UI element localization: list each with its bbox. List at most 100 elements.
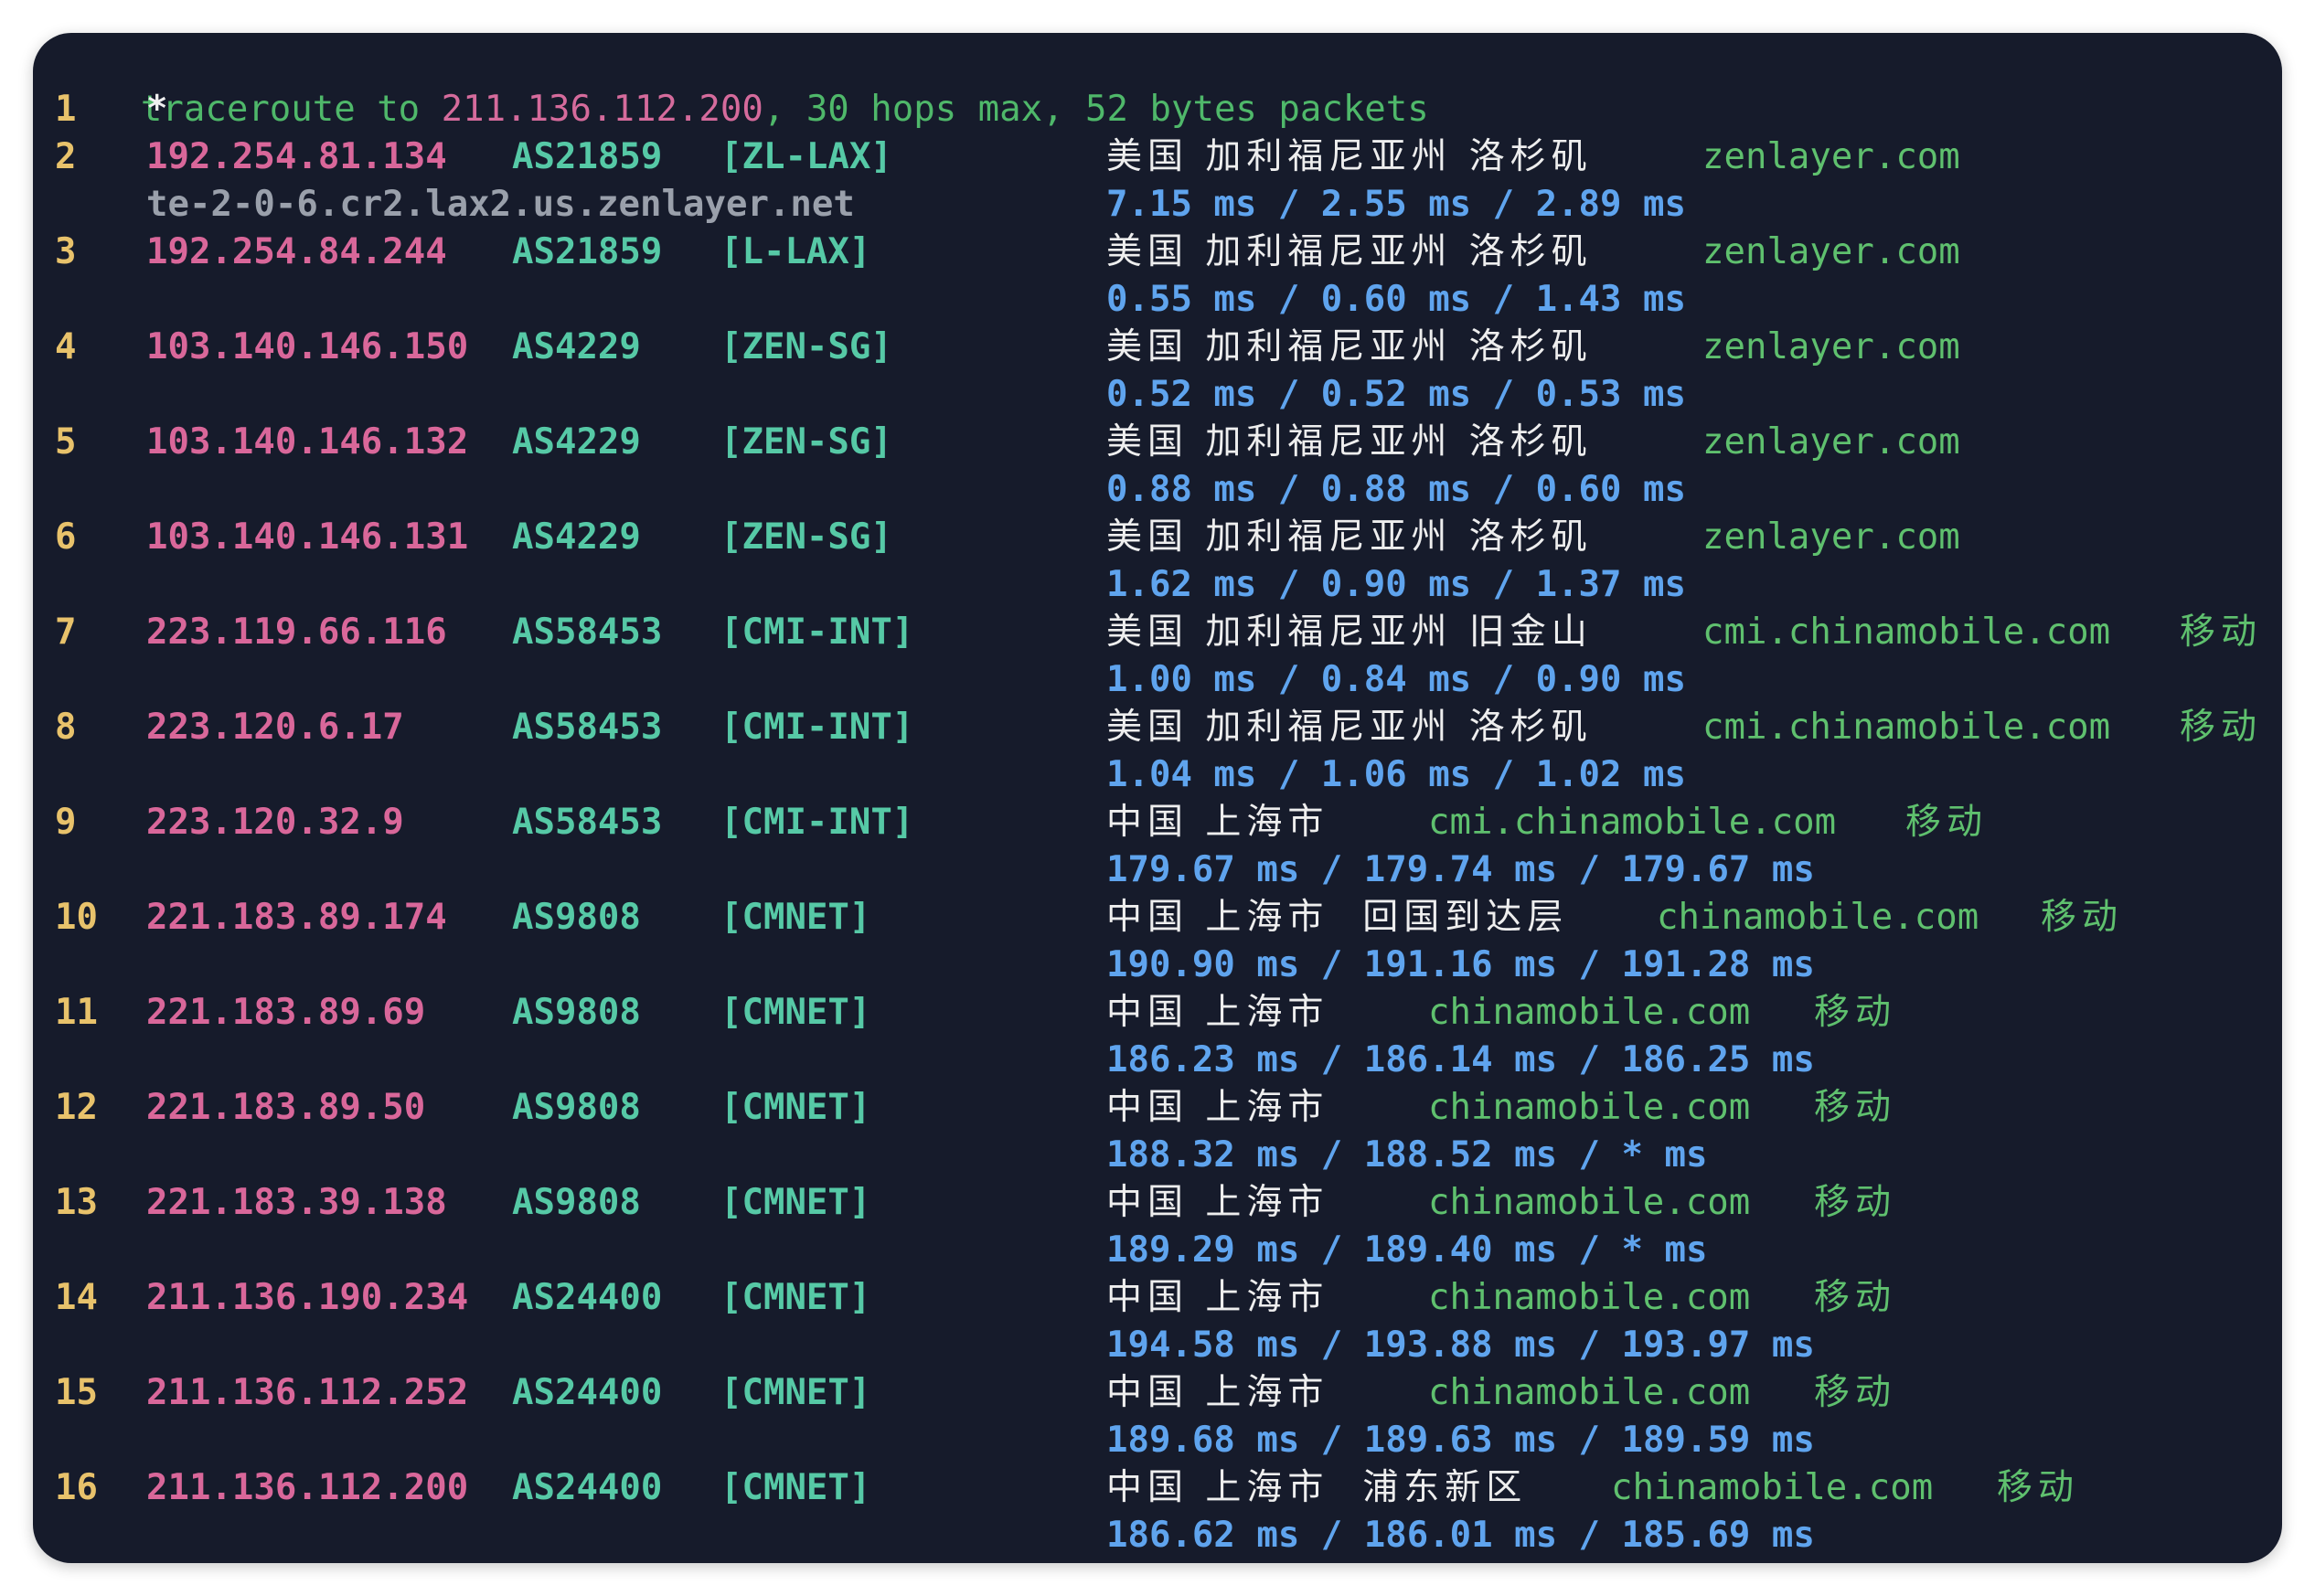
hop-domain: cmi.chinamobile.com (1428, 802, 1837, 843)
hop-location: 美国 加利福尼亚州 洛杉矶 (1106, 231, 1593, 272)
hop-location: 中国 上海市 回国到达层 (1106, 897, 1569, 938)
hop-number: 8 (55, 707, 77, 748)
hop-domain: zenlayer.com (1702, 136, 1960, 177)
hop-location: 美国 加利福尼亚州 洛杉矶 (1106, 707, 1593, 748)
traceroute-header: traceroute to 211.136.112.200, 30 hops m… (55, 38, 1429, 130)
hop-ip: 192.254.84.244 (146, 231, 447, 272)
hop-isp: 移动 (2180, 612, 2263, 653)
hop-latency: 7.15 ms / 2.55 ms / 2.89 ms (1106, 184, 1686, 225)
hop-domain: chinamobile.com (1428, 1372, 1751, 1413)
hop-asn: AS21859 (512, 231, 663, 272)
hop-isp: 移动 (1814, 1182, 1897, 1223)
hop-row: 14 211.136.190.234 AS24400 [CMNET] 中国 上海… (33, 1274, 2282, 1322)
hop-number: 1 (55, 89, 77, 130)
hop-asn: AS24400 (512, 1467, 663, 1508)
terminal-window[interactable]: traceroute to 211.136.112.200, 30 hops m… (33, 33, 2282, 1563)
hop-tag: [CMNET] (720, 1277, 871, 1318)
hop-row: 1 * (33, 86, 2282, 133)
hop-row: 2 192.254.81.134 AS21859 [ZL-LAX] 美国 加利福… (33, 133, 2282, 181)
hop-asn: AS4229 (512, 326, 641, 367)
hop-number: 14 (55, 1277, 98, 1318)
hop-latency: 189.68 ms / 189.63 ms / 189.59 ms (1106, 1420, 1815, 1461)
hop-number: 12 (55, 1087, 98, 1128)
hop-domain: cmi.chinamobile.com (1702, 707, 2111, 748)
hop-asn: AS21859 (512, 136, 663, 177)
hop-number: 10 (55, 897, 98, 938)
hop-rdns: te-2-0-6.cr2.lax2.us.zenlayer.net (146, 184, 855, 225)
hop-location: 中国 上海市 (1106, 1372, 1329, 1413)
hop-domain: cmi.chinamobile.com (1702, 612, 2111, 653)
hop-row: 13 221.183.39.138 AS9808 [CMNET] 中国 上海市 … (33, 1179, 2282, 1227)
hop-detail-row: 1.62 ms / 0.90 ms / 1.37 ms (33, 561, 2282, 609)
hop-tag: [CMI-INT] (720, 612, 914, 653)
hop-location: 中国 上海市 (1106, 1087, 1329, 1128)
hop-row: 16 211.136.112.200 AS24400 [CMNET] 中国 上海… (33, 1464, 2282, 1512)
hop-row: 11 221.183.89.69 AS9808 [CMNET] 中国 上海市 c… (33, 989, 2282, 1037)
hop-detail-row: 188.32 ms / 188.52 ms / * ms (33, 1132, 2282, 1179)
hop-asn: AS58453 (512, 802, 663, 843)
hop-ip: 103.140.146.131 (146, 516, 469, 558)
hop-asn: AS58453 (512, 612, 663, 653)
hop-detail-row: 1.04 ms / 1.06 ms / 1.02 ms (33, 751, 2282, 799)
hop-domain: zenlayer.com (1702, 231, 1960, 272)
hop-ip: 221.183.39.138 (146, 1182, 447, 1223)
hop-isp: 移动 (2180, 707, 2263, 748)
hop-location: 中国 上海市 (1106, 802, 1329, 843)
hop-tag: [ZEN-SG] (720, 326, 892, 367)
hop-isp: 移动 (1814, 1277, 1897, 1318)
hop-location: 美国 加利福尼亚州 洛杉矶 (1106, 516, 1593, 558)
hop-detail-row: 194.58 ms / 193.88 ms / 193.97 ms (33, 1322, 2282, 1369)
hop-domain: zenlayer.com (1702, 516, 1960, 558)
hop-ip: 221.183.89.174 (146, 897, 447, 938)
hop-number: 4 (55, 326, 77, 367)
hop-location: 美国 加利福尼亚州 洛杉矶 (1106, 421, 1593, 463)
hop-tag: [CMNET] (720, 992, 871, 1033)
hop-row: 15 211.136.112.252 AS24400 [CMNET] 中国 上海… (33, 1369, 2282, 1417)
hop-asn: AS24400 (512, 1277, 663, 1318)
hop-detail-row: 189.29 ms / 189.40 ms / * ms (33, 1227, 2282, 1274)
hop-row: 4 103.140.146.150 AS4229 [ZEN-SG] 美国 加利福… (33, 324, 2282, 371)
hop-location: 中国 上海市 (1106, 992, 1329, 1033)
hop-ip: 223.120.6.17 (146, 707, 404, 748)
hop-latency: 186.23 ms / 186.14 ms / 186.25 ms (1106, 1039, 1815, 1080)
hop-domain: zenlayer.com (1702, 421, 1960, 463)
hop-isp: 移动 (1814, 1372, 1897, 1413)
hop-row: 9 223.120.32.9 AS58453 [CMI-INT] 中国 上海市 … (33, 799, 2282, 846)
hop-tag: [CMNET] (720, 897, 871, 938)
hop-latency: 189.29 ms / 189.40 ms / * ms (1106, 1229, 1708, 1271)
hop-latency: 1.62 ms / 0.90 ms / 1.37 ms (1106, 564, 1686, 605)
hop-number: 5 (55, 421, 77, 463)
hop-ip: 192.254.81.134 (146, 136, 447, 177)
hop-asn: AS9808 (512, 1182, 641, 1223)
hop-ip: 223.119.66.116 (146, 612, 447, 653)
hop-latency: 0.88 ms / 0.88 ms / 0.60 ms (1106, 469, 1686, 510)
hop-latency: 179.67 ms / 179.74 ms / 179.67 ms (1106, 849, 1815, 890)
hop-row: 10 221.183.89.174 AS9808 [CMNET] 中国 上海市 … (33, 894, 2282, 942)
hop-location: 美国 加利福尼亚州 旧金山 (1106, 612, 1593, 653)
hop-isp: 移动 (2041, 897, 2124, 938)
hop-tag: [CMNET] (720, 1467, 871, 1508)
hop-domain: chinamobile.com (1428, 1087, 1751, 1128)
timeout-star: * (146, 89, 168, 130)
hop-number: 15 (55, 1372, 98, 1413)
hop-domain: chinamobile.com (1428, 1277, 1751, 1318)
hop-domain: chinamobile.com (1657, 897, 1979, 938)
hop-domain: chinamobile.com (1428, 992, 1751, 1033)
hop-row: 5 103.140.146.132 AS4229 [ZEN-SG] 美国 加利福… (33, 419, 2282, 466)
hop-tag: [ZL-LAX] (720, 136, 892, 177)
hop-domain: zenlayer.com (1702, 326, 1960, 367)
hop-detail-row: 179.67 ms / 179.74 ms / 179.67 ms (33, 846, 2282, 894)
hop-location: 美国 加利福尼亚州 洛杉矶 (1106, 136, 1593, 177)
hop-tag: [CMNET] (720, 1182, 871, 1223)
hop-number: 9 (55, 802, 77, 843)
hop-number: 3 (55, 231, 77, 272)
hop-ip: 223.120.32.9 (146, 802, 404, 843)
hop-latency: 1.04 ms / 1.06 ms / 1.02 ms (1106, 754, 1686, 795)
hop-latency: 194.58 ms / 193.88 ms / 193.97 ms (1106, 1325, 1815, 1366)
hop-tag: [L-LAX] (720, 231, 871, 272)
hop-row: 12 221.183.89.50 AS9808 [CMNET] 中国 上海市 c… (33, 1084, 2282, 1132)
hop-detail-row: 189.68 ms / 189.63 ms / 189.59 ms (33, 1417, 2282, 1464)
hop-number: 11 (55, 992, 98, 1033)
hop-detail-row: 1.00 ms / 0.84 ms / 0.90 ms (33, 656, 2282, 704)
hop-asn: AS4229 (512, 421, 641, 463)
